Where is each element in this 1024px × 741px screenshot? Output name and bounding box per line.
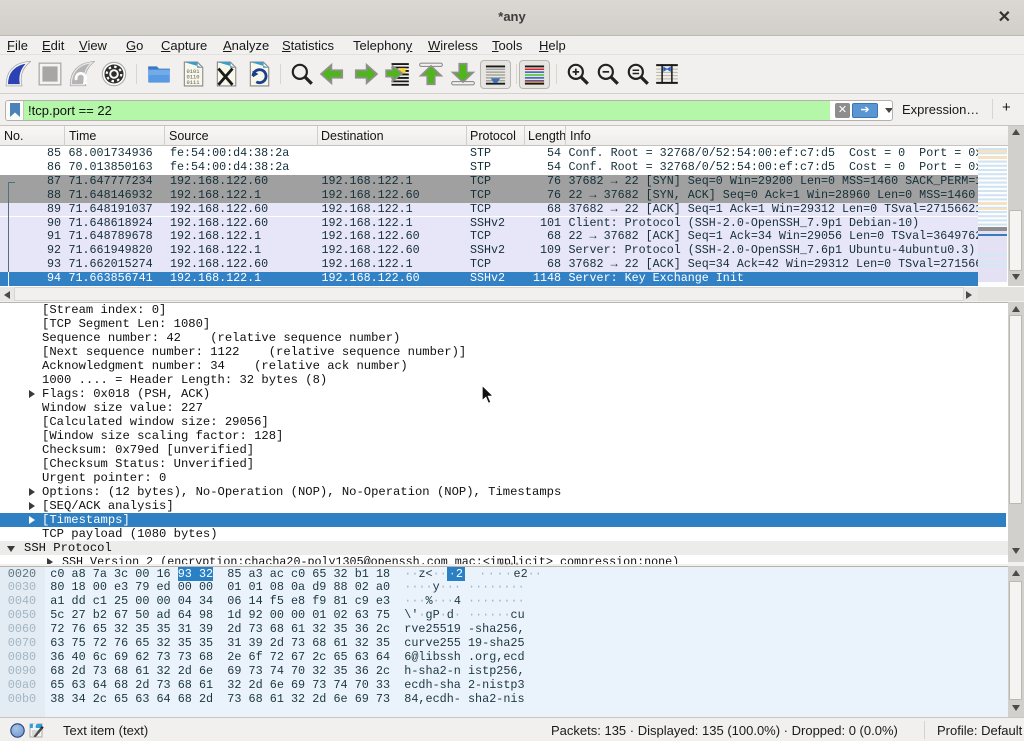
- svg-text:0111: 0111: [187, 79, 200, 86]
